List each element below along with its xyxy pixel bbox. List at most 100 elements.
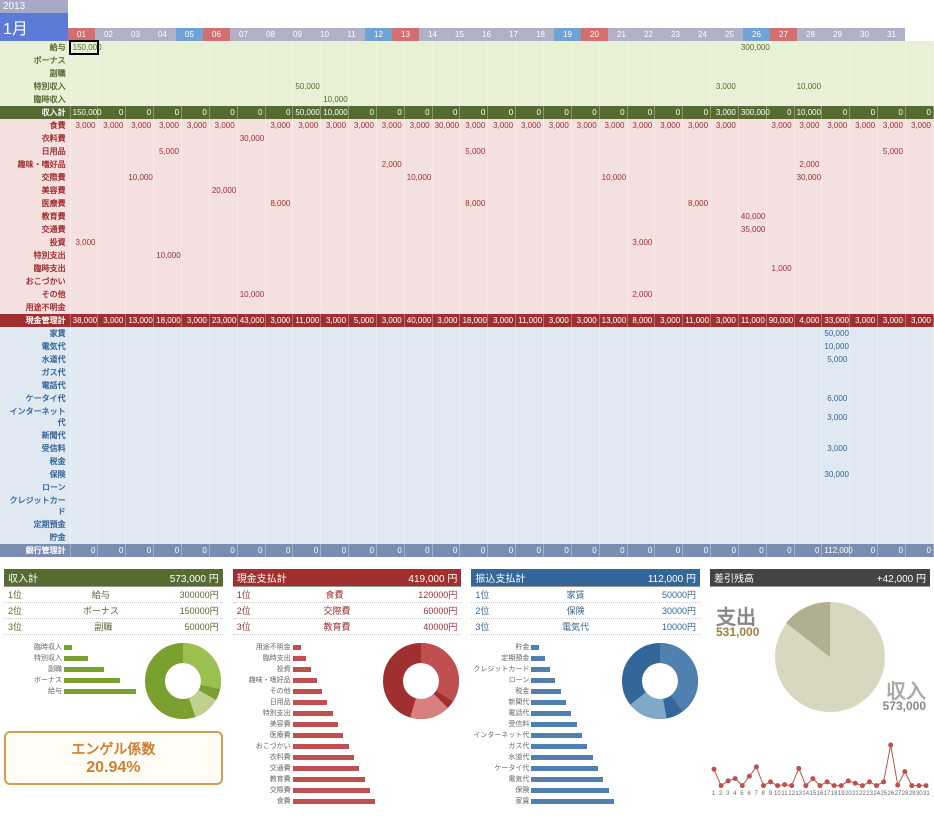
cell[interactable]: [460, 236, 488, 249]
cell[interactable]: 5,000: [822, 353, 850, 366]
cell[interactable]: [683, 468, 711, 481]
cell[interactable]: [154, 531, 182, 544]
day-07[interactable]: 07: [230, 28, 257, 41]
day-13[interactable]: 13: [392, 28, 419, 41]
cell[interactable]: [265, 54, 293, 67]
cell[interactable]: [321, 80, 349, 93]
cell[interactable]: [321, 184, 349, 197]
cell[interactable]: [293, 158, 321, 171]
cell[interactable]: 3,000: [571, 119, 599, 132]
cell[interactable]: [265, 468, 293, 481]
cell[interactable]: [432, 405, 460, 429]
cell[interactable]: [711, 429, 739, 442]
cell[interactable]: [488, 54, 516, 67]
cell[interactable]: [349, 262, 377, 275]
cell[interactable]: [905, 468, 933, 481]
cell[interactable]: [738, 171, 766, 184]
cell[interactable]: 10,000: [154, 249, 182, 262]
cell[interactable]: 5,000: [878, 145, 906, 158]
cell[interactable]: [488, 429, 516, 442]
cell[interactable]: [70, 429, 98, 442]
cell[interactable]: 35,000: [738, 223, 766, 236]
cell[interactable]: [766, 340, 794, 353]
cell[interactable]: [182, 288, 210, 301]
cell[interactable]: 10,000: [822, 340, 850, 353]
cell[interactable]: [794, 353, 822, 366]
cell[interactable]: 1,000: [766, 262, 794, 275]
cell[interactable]: [460, 184, 488, 197]
cell[interactable]: 3,000: [627, 236, 655, 249]
cell[interactable]: 3,000: [655, 119, 683, 132]
cell[interactable]: [376, 366, 404, 379]
cell[interactable]: [460, 340, 488, 353]
cell[interactable]: [404, 340, 432, 353]
cell[interactable]: [571, 288, 599, 301]
cell[interactable]: [599, 392, 627, 405]
cell[interactable]: [822, 223, 850, 236]
cell[interactable]: [182, 494, 210, 518]
cell[interactable]: [265, 80, 293, 93]
cell[interactable]: [182, 54, 210, 67]
cell[interactable]: 3,000: [627, 119, 655, 132]
cell[interactable]: [460, 171, 488, 184]
cell[interactable]: [293, 468, 321, 481]
cell[interactable]: [182, 442, 210, 455]
cell[interactable]: [126, 468, 154, 481]
cell[interactable]: [543, 494, 571, 518]
cell[interactable]: [627, 353, 655, 366]
cell[interactable]: [488, 340, 516, 353]
cell[interactable]: [432, 41, 460, 54]
cell[interactable]: [878, 366, 906, 379]
cell[interactable]: [850, 340, 878, 353]
cell[interactable]: [627, 301, 655, 314]
cell[interactable]: [655, 158, 683, 171]
cell[interactable]: [794, 366, 822, 379]
cell[interactable]: [543, 340, 571, 353]
day-11[interactable]: 11: [338, 28, 365, 41]
cell[interactable]: 3,000: [349, 119, 377, 132]
cell[interactable]: [404, 80, 432, 93]
cell[interactable]: [209, 468, 237, 481]
cell[interactable]: [571, 455, 599, 468]
cell[interactable]: [711, 353, 739, 366]
cell[interactable]: [209, 494, 237, 518]
cell[interactable]: [627, 468, 655, 481]
cell[interactable]: [98, 301, 126, 314]
cell[interactable]: [655, 455, 683, 468]
cell[interactable]: [627, 455, 655, 468]
cell[interactable]: [571, 481, 599, 494]
cell[interactable]: 3,000: [878, 119, 906, 132]
cell[interactable]: [237, 249, 265, 262]
cell[interactable]: [571, 392, 599, 405]
day-01[interactable]: 01: [68, 28, 95, 41]
day-24[interactable]: 24: [689, 28, 716, 41]
cell[interactable]: [237, 236, 265, 249]
cell[interactable]: [599, 236, 627, 249]
cell[interactable]: [237, 210, 265, 223]
cell[interactable]: [878, 379, 906, 392]
cell[interactable]: [516, 275, 544, 288]
cell[interactable]: [850, 158, 878, 171]
cell[interactable]: 30,000: [432, 119, 460, 132]
cell[interactable]: [404, 275, 432, 288]
cell[interactable]: [599, 353, 627, 366]
cell[interactable]: [516, 340, 544, 353]
cell[interactable]: [321, 518, 349, 531]
cell[interactable]: [711, 481, 739, 494]
cell[interactable]: [766, 442, 794, 455]
cell[interactable]: [599, 275, 627, 288]
cell[interactable]: [822, 262, 850, 275]
cell[interactable]: [738, 262, 766, 275]
cell[interactable]: [488, 158, 516, 171]
cell[interactable]: [209, 429, 237, 442]
cell[interactable]: [237, 429, 265, 442]
cell[interactable]: [905, 132, 933, 145]
cell[interactable]: [488, 67, 516, 80]
cell[interactable]: [766, 223, 794, 236]
cell[interactable]: 20,000: [209, 184, 237, 197]
cell[interactable]: [432, 145, 460, 158]
cell[interactable]: [850, 54, 878, 67]
cell[interactable]: [711, 531, 739, 544]
cell[interactable]: [70, 327, 98, 340]
cell[interactable]: 3,000: [516, 119, 544, 132]
